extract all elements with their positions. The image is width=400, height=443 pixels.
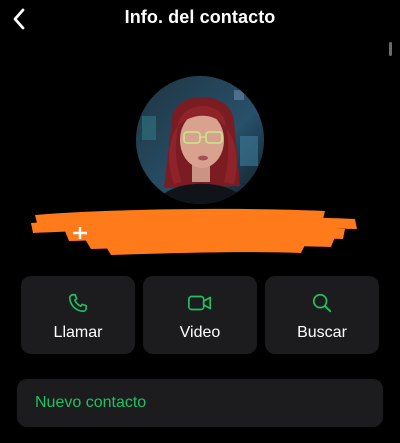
search-button[interactable]: Buscar	[265, 276, 379, 354]
new-contact-label: Nuevo contacto	[35, 394, 147, 411]
quick-actions: Llamar Video Buscar	[21, 276, 379, 354]
call-button-label: Llamar	[53, 324, 103, 341]
phone-icon	[21, 292, 135, 314]
page-title: Info. del contacto	[124, 7, 276, 27]
call-button[interactable]: Llamar	[21, 276, 135, 354]
redacted-contact-name	[31, 208, 357, 255]
scroll-indicator[interactable]	[389, 42, 392, 56]
video-camera-icon	[143, 292, 257, 314]
search-button-label: Buscar	[297, 324, 347, 341]
new-contact-button[interactable]: Nuevo contacto	[17, 379, 383, 427]
navigation-bar: Info. del contacto	[0, 0, 400, 40]
video-button-label: Video	[179, 324, 221, 341]
video-button[interactable]: Video	[143, 276, 257, 354]
avatar[interactable]	[136, 76, 264, 204]
profile-photo	[136, 76, 264, 204]
search-icon	[265, 292, 379, 314]
